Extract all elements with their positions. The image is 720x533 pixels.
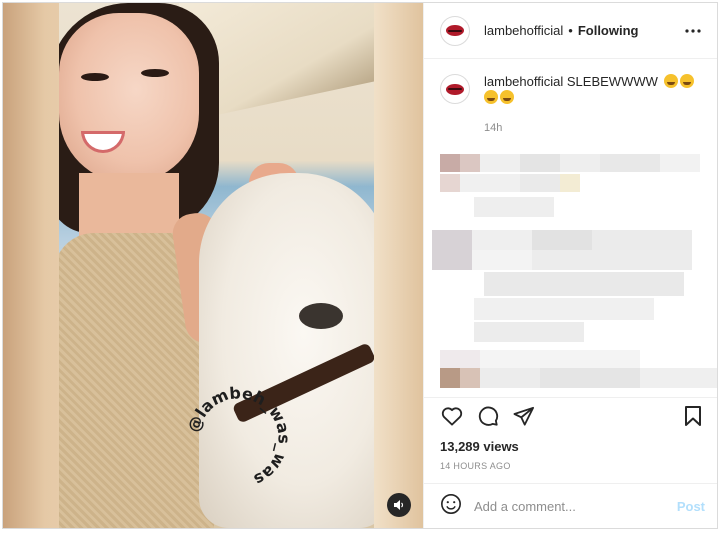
avatar[interactable] bbox=[440, 15, 470, 46]
caption: lambehofficial SLEBEWWWW 14h bbox=[440, 74, 705, 136]
joy-emoji-icon bbox=[663, 74, 678, 88]
post-time[interactable]: 14 HOURS AGO bbox=[440, 461, 511, 471]
joy-emoji-icon bbox=[484, 90, 498, 104]
alpaca-eye bbox=[299, 303, 343, 329]
more-icon bbox=[685, 28, 701, 33]
smile bbox=[81, 131, 125, 153]
emoji-icon bbox=[441, 493, 461, 514]
view-count[interactable]: 13,289 views bbox=[440, 439, 519, 454]
post-dialog: @lambeh_was_was lambehofficial • Followi… bbox=[2, 2, 718, 529]
speaker-icon bbox=[394, 500, 404, 510]
save-button[interactable] bbox=[681, 404, 705, 428]
caption-username[interactable]: lambehofficial bbox=[484, 74, 563, 89]
eye bbox=[141, 69, 169, 77]
rofl-emoji-icon bbox=[500, 90, 514, 104]
lips-logo-icon bbox=[446, 25, 464, 36]
post-side-panel: lambehofficial • Following lambehofficia… bbox=[423, 3, 717, 528]
add-comment-bar: Post bbox=[424, 483, 717, 528]
like-button[interactable] bbox=[440, 404, 464, 428]
following-button[interactable]: Following bbox=[578, 23, 639, 38]
action-bar bbox=[424, 397, 717, 433]
eye bbox=[81, 73, 109, 81]
watermark-text: @lambeh_was_was bbox=[184, 383, 294, 489]
comments-section[interactable]: lambehofficial SLEBEWWWW 14h bbox=[424, 60, 717, 390]
bookmark-icon bbox=[685, 405, 701, 426]
person-face bbox=[59, 13, 199, 183]
separator-dot: • bbox=[568, 23, 573, 38]
comment-icon bbox=[478, 406, 499, 426]
share-button[interactable] bbox=[512, 404, 536, 428]
username-link[interactable]: lambehofficial bbox=[484, 23, 563, 38]
more-options-button[interactable] bbox=[681, 19, 705, 43]
comment-button[interactable] bbox=[476, 404, 500, 428]
post-comment-button[interactable]: Post bbox=[677, 499, 705, 514]
watermark: @lambeh_was_was bbox=[184, 383, 294, 489]
comment-input[interactable] bbox=[474, 498, 677, 514]
send-icon bbox=[513, 406, 534, 426]
lips-logo-icon bbox=[446, 83, 464, 95]
post-header: lambehofficial • Following bbox=[424, 3, 717, 59]
post-media[interactable]: @lambeh_was_was bbox=[3, 3, 423, 528]
heart-icon bbox=[441, 406, 463, 426]
caption-timestamp: 14h bbox=[484, 122, 503, 134]
avatar[interactable] bbox=[440, 74, 470, 104]
mute-toggle-button[interactable] bbox=[387, 493, 411, 517]
caption-text: SLEBEWWWW bbox=[566, 74, 658, 89]
rofl-emoji-icon bbox=[679, 74, 694, 88]
emoji-button[interactable] bbox=[440, 493, 462, 520]
